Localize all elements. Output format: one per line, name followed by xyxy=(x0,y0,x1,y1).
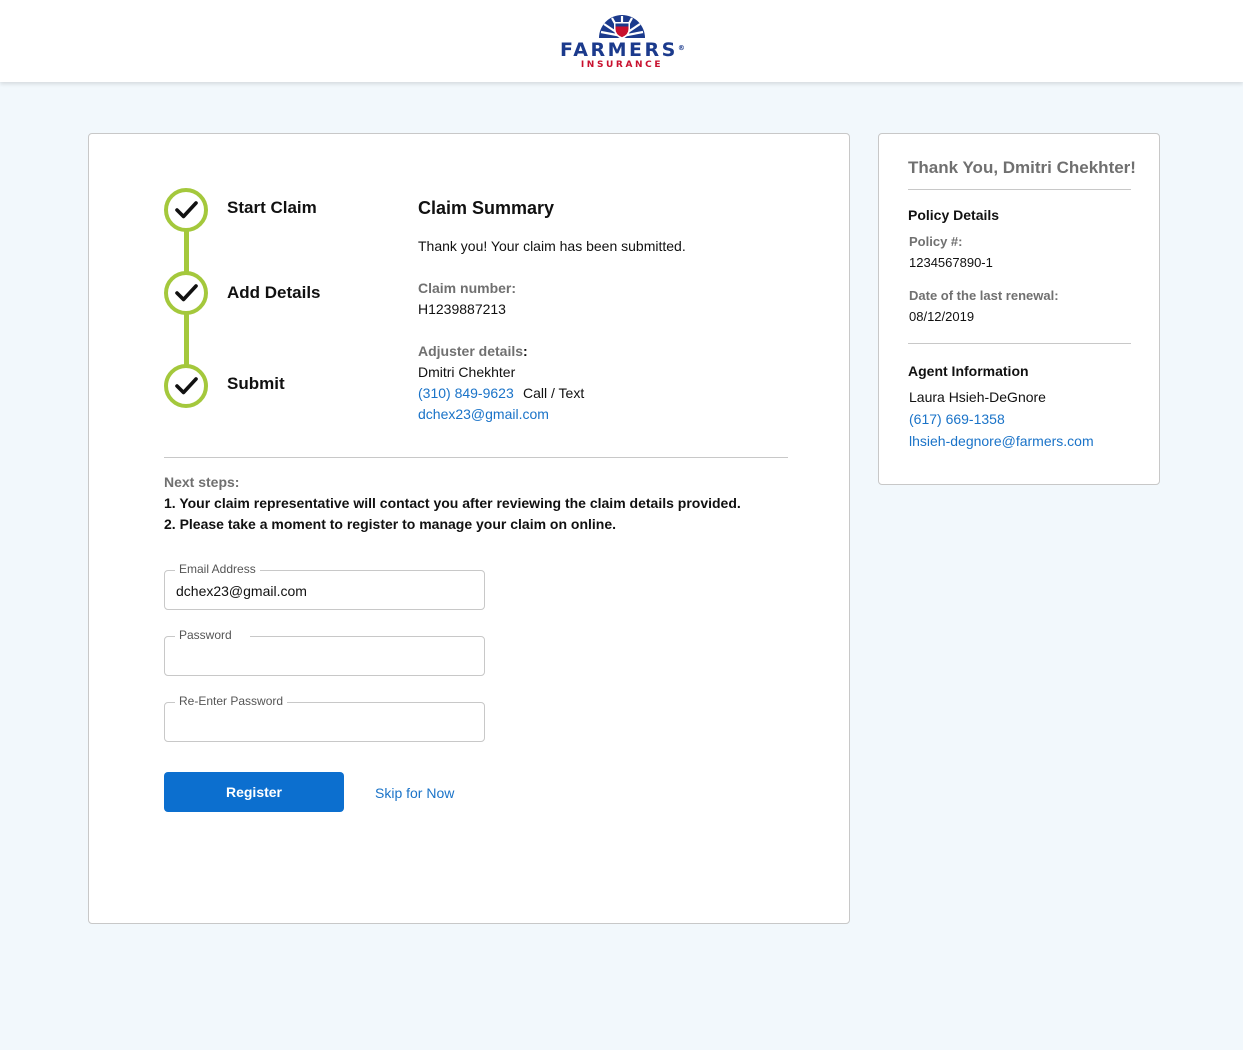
stepper-connector xyxy=(184,230,189,274)
policy-details-heading: Policy Details xyxy=(908,207,1000,223)
adjuster-email-link[interactable]: dchex23@gmail.com xyxy=(418,406,549,422)
reenter-password-input[interactable] xyxy=(176,715,466,731)
farmers-logo[interactable]: FARMERS® INSURANCE xyxy=(560,10,685,74)
password-input[interactable] xyxy=(176,649,466,665)
policy-number-value: 1234567890-1 xyxy=(909,255,993,270)
policy-info-card: Thank You, Dmitri Chekhter! Policy Detai… xyxy=(878,133,1160,485)
adjuster-name: Dmitri Chekhter xyxy=(418,364,516,380)
claim-confirmation-card: Start Claim Add Details Submit Claim Sum… xyxy=(88,133,850,924)
claim-summary-title: Claim Summary xyxy=(418,198,555,218)
next-step-item: 1. Your claim representative will contac… xyxy=(164,495,741,511)
agent-information-heading: Agent Information xyxy=(908,363,1029,379)
step-label-start-claim: Start Claim xyxy=(227,198,317,217)
next-steps-title: Next steps: xyxy=(164,474,240,490)
password-field-label: Password xyxy=(175,628,250,642)
password-field[interactable]: Password xyxy=(164,628,485,676)
policy-number-label: Policy #: xyxy=(909,234,963,249)
stepper-connector xyxy=(184,313,189,368)
reenter-password-field[interactable]: Re-Enter Password xyxy=(164,694,485,742)
email-input[interactable] xyxy=(176,583,466,599)
skip-for-now-link[interactable]: Skip for Now xyxy=(375,785,454,801)
reenter-password-field-label: Re-Enter Password xyxy=(175,694,288,708)
agent-name: Laura Hsieh-DeGnore xyxy=(909,389,1046,405)
brand-name: FARMERS® xyxy=(560,39,685,61)
checkmark-icon xyxy=(175,377,198,395)
register-button[interactable]: Register xyxy=(164,772,344,812)
step-label-submit: Submit xyxy=(227,374,285,393)
step-add-details-complete-icon xyxy=(164,271,208,315)
checkmark-icon xyxy=(175,284,198,302)
side-divider xyxy=(908,189,1131,190)
top-header: FARMERS® INSURANCE xyxy=(0,0,1243,82)
claim-number-label: Claim number: xyxy=(418,280,517,296)
step-start-claim-complete-icon xyxy=(164,188,208,232)
adjuster-phone-link[interactable]: (310) 849-9623 xyxy=(418,385,514,401)
step-label-add-details: Add Details xyxy=(227,283,321,302)
renewal-date-value: 08/12/2019 xyxy=(909,309,975,324)
section-divider xyxy=(164,457,788,458)
agent-phone-link[interactable]: (617) 669-1358 xyxy=(909,411,1005,427)
email-field[interactable]: Email Address xyxy=(164,562,485,610)
claim-number-value: H1239887213 xyxy=(418,301,506,317)
thank-you-heading: Thank You, Dmitri Chekhter! xyxy=(908,158,1136,177)
email-field-label: Email Address xyxy=(175,562,260,576)
brand-subtitle: INSURANCE xyxy=(580,60,664,70)
renewal-date-label: Date of the last renewal: xyxy=(909,288,1059,303)
adjuster-phone-note: Call / Text xyxy=(523,385,585,401)
farmers-shield-icon xyxy=(599,15,645,39)
checkmark-icon xyxy=(175,201,198,219)
step-submit-complete-icon xyxy=(164,364,208,408)
next-step-item: 2. Please take a moment to register to m… xyxy=(164,516,617,532)
adjuster-details-label: Adjuster details: xyxy=(418,343,528,359)
agent-email-link[interactable]: lhsieh-degnore@farmers.com xyxy=(909,433,1094,449)
side-divider xyxy=(908,343,1131,344)
submission-message: Thank you! Your claim has been submitted… xyxy=(418,238,686,254)
